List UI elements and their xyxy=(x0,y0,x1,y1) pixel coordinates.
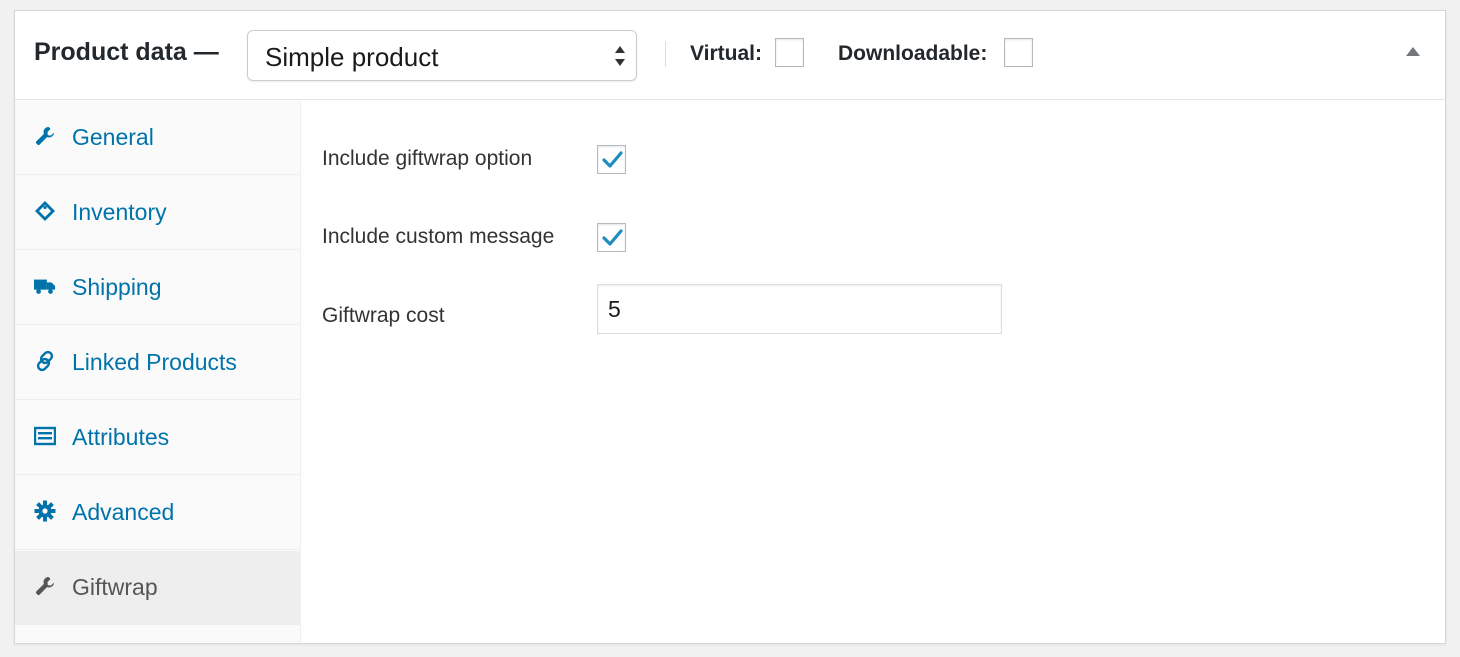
tab-attributes-label: Attributes xyxy=(72,424,170,450)
virtual-checkbox[interactable] xyxy=(775,38,804,67)
truck-icon xyxy=(34,279,56,294)
custom-message-checkbox[interactable] xyxy=(597,223,626,252)
virtual-label: Virtual: xyxy=(690,42,762,65)
collapse-arrow-icon[interactable] xyxy=(1405,45,1421,57)
tab-linked-products-label: Linked Products xyxy=(72,349,237,375)
giftwrap-cost-input[interactable] xyxy=(597,284,1002,334)
product-tabs-sidebar: General Inventory Shipping Linked Produc… xyxy=(15,101,301,643)
tab-advanced[interactable]: Advanced xyxy=(15,476,300,550)
tab-general-label: General xyxy=(72,124,154,150)
product-type-select[interactable]: Simple product xyxy=(247,30,637,81)
tab-giftwrap-label: Giftwrap xyxy=(72,574,158,600)
link-icon xyxy=(36,350,54,372)
wrench-icon xyxy=(36,577,54,595)
tab-linked-products[interactable]: Linked Products xyxy=(15,326,300,400)
tab-inventory[interactable]: Inventory xyxy=(15,176,300,250)
tab-advanced-label: Advanced xyxy=(72,499,175,525)
panel-title: Product data — xyxy=(34,38,219,66)
list-icon xyxy=(34,426,56,446)
tab-shipping-label: Shipping xyxy=(72,274,162,300)
tag-icon xyxy=(35,201,55,221)
gear-icon xyxy=(34,500,56,522)
header-divider xyxy=(665,41,666,67)
tab-inventory-label: Inventory xyxy=(72,199,167,225)
giftwrap-cost-label: Giftwrap cost xyxy=(322,304,445,327)
checkmark-icon xyxy=(602,151,623,168)
giftwrap-option-label: Include giftwrap option xyxy=(322,147,533,170)
tab-giftwrap[interactable]: Giftwrap xyxy=(15,551,300,625)
downloadable-checkbox[interactable] xyxy=(1004,38,1033,67)
tab-general[interactable]: General xyxy=(15,101,300,175)
checkmark-icon xyxy=(602,229,623,246)
giftwrap-option-checkbox[interactable] xyxy=(597,145,626,174)
product-type-value: Simple product xyxy=(265,42,439,72)
product-data-header: Product data — Simple product Virtual: D… xyxy=(15,11,1445,100)
tab-attributes[interactable]: Attributes xyxy=(15,401,300,475)
select-arrows-icon xyxy=(615,46,625,66)
custom-message-label: Include custom message xyxy=(322,225,555,248)
downloadable-label: Downloadable: xyxy=(838,42,988,65)
giftwrap-options-panel: Include giftwrap option Include custom m… xyxy=(302,101,1445,643)
product-data-panel: Product data — Simple product Virtual: D… xyxy=(14,10,1446,644)
tab-shipping[interactable]: Shipping xyxy=(15,251,300,325)
wrench-icon xyxy=(36,127,54,145)
